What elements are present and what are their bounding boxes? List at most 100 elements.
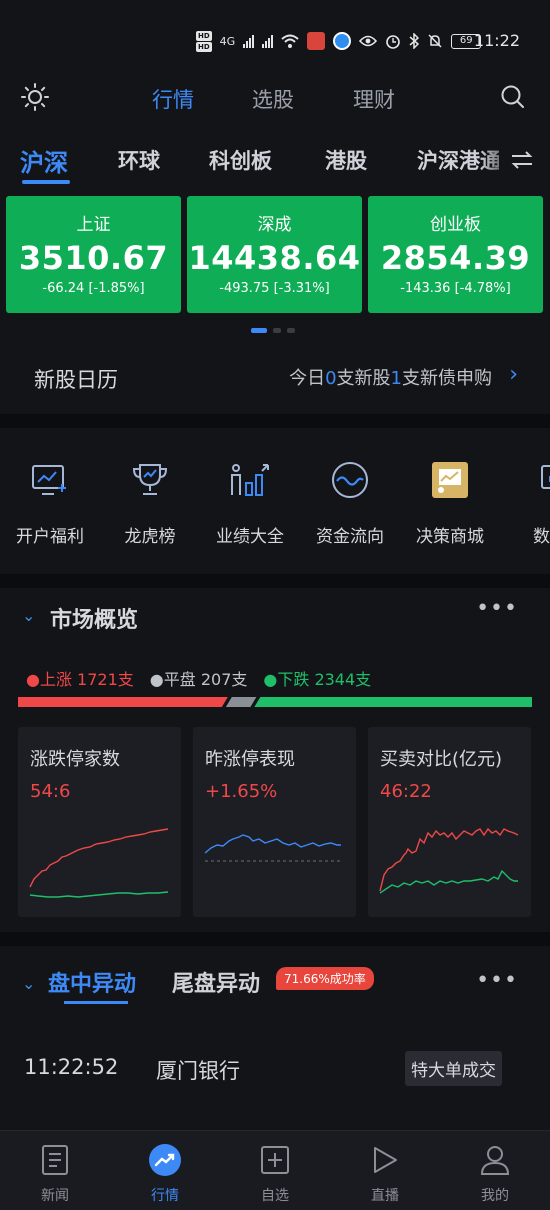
trophy-icon (132, 464, 168, 495)
mute-icon (428, 34, 442, 48)
tool-decision-mall[interactable]: 决策商城 (400, 428, 500, 547)
tool-capital-flow[interactable]: 资金流向 (300, 428, 400, 547)
index-cards: 上证 3510.67 -66.24 [-1.85%] 深成 14438.64 -… (0, 196, 550, 316)
ipo-calendar[interactable]: 新股日历 今日0支新股1支新债申购 › (0, 340, 550, 414)
index-card-sz[interactable]: 深成 14438.64 -493.75 [-3.31%] (187, 196, 362, 313)
card-value: 54:6 (30, 781, 71, 802)
more-icon[interactable]: ••• (476, 968, 518, 993)
index-value: 3510.67 (18, 239, 169, 277)
index-name: 上证 (76, 215, 111, 235)
card-value: +1.65% (205, 781, 278, 802)
brightness-icon[interactable] (20, 82, 50, 112)
limit-down-line (29, 891, 169, 898)
tool-label: 资金流向 (316, 527, 384, 547)
hd-badge-1: HD (196, 30, 212, 41)
nav-market[interactable]: 行情 (125, 1141, 205, 1205)
chevron-down-icon[interactable]: ⌄ (22, 974, 35, 993)
prev-limit-up-card[interactable]: 昨涨停表现 +1.65% (193, 727, 356, 917)
mover-tag: 特大单成交 (405, 1051, 502, 1086)
nav-label: 直播 (371, 1188, 399, 1204)
index-change: -493.75 [-3.31%] (219, 281, 330, 296)
top-nav: 行情 选股 理财 (0, 70, 550, 126)
breadth-bar-flat (225, 697, 257, 707)
browser-notification-icon (333, 32, 352, 50)
limit-up-down-card[interactable]: 涨跌停家数 54:6 (18, 727, 181, 917)
market-trend-icon (149, 1144, 181, 1176)
index-card-sh[interactable]: 上证 3510.67 -66.24 [-1.85%] (6, 196, 181, 313)
account-open-icon (32, 465, 66, 495)
prev-limit-chart (204, 834, 341, 862)
swap-icon[interactable] (510, 150, 534, 170)
chevron-down-icon[interactable]: ⌄ (22, 606, 35, 625)
section-divider (0, 932, 550, 946)
status-time: 11:22 (473, 31, 520, 50)
prev-limit-line (204, 834, 341, 854)
limit-chart (29, 828, 169, 898)
nav-profile[interactable]: 我的 (455, 1141, 535, 1205)
signal-icon (243, 34, 255, 48)
down-count: ●下跌 2344支 (263, 670, 372, 689)
index-card-cyb[interactable]: 创业板 2854.39 -143.36 [-4.78%] (368, 196, 543, 313)
tab-hushen[interactable]: 沪深 (20, 143, 68, 178)
tool-account-open[interactable]: 开户福利 (0, 428, 100, 547)
flat-count: ●平盘 207支 (149, 670, 248, 689)
card-title: 昨涨停表现 (205, 749, 295, 770)
tool-label: 业绩大全 (216, 527, 284, 547)
card-title: 涨跌停家数 (30, 749, 120, 770)
limit-up-line (29, 828, 169, 888)
tool-label: 开户福利 (16, 527, 84, 547)
hd-icon: HD HD (196, 30, 212, 52)
nav-live[interactable]: 直播 (345, 1141, 425, 1205)
tool-performance[interactable]: 业绩大全 (200, 428, 300, 547)
nav-label: 我的 (481, 1188, 509, 1204)
app-notification-icon (307, 32, 326, 50)
eye-icon (359, 35, 378, 47)
tool-label: 数据 (533, 527, 550, 547)
tab-hk[interactable]: 港股 (325, 145, 367, 175)
more-icon[interactable]: ••• (476, 596, 518, 621)
decision-mall-icon (432, 462, 468, 498)
active-tab-underline (22, 180, 70, 184)
card-value: 46:22 (380, 781, 432, 802)
play-icon (374, 1147, 397, 1173)
bluetooth-icon (409, 33, 420, 49)
nav-label: 自选 (261, 1188, 289, 1204)
tool-label: 龙虎榜 (124, 527, 176, 547)
index-value: 14438.64 (188, 239, 361, 277)
performance-icon (231, 464, 269, 496)
mover-stock-name: 厦门银行 (156, 1059, 240, 1083)
tab-closing-movers[interactable]: 尾盘异动 (172, 966, 260, 998)
mover-time: 11:22:52 (24, 1055, 119, 1079)
list-item[interactable]: 11:22:52 厦门银行 特大单成交 (0, 1040, 550, 1096)
market-overview-title: 市场概览 (50, 608, 139, 633)
search-icon[interactable] (500, 84, 526, 110)
index-name: 深成 (257, 215, 292, 235)
nav-label: 行情 (151, 1188, 179, 1204)
buy-sell-card[interactable]: 买卖对比(亿元) 46:22 (368, 727, 531, 917)
alarm-icon (386, 35, 401, 49)
tab-wealth[interactable]: 理财 (353, 84, 395, 114)
network-label: 4G (219, 34, 236, 48)
index-change: -66.24 [-1.85%] (42, 281, 145, 296)
market-overview-header: ⌄ 市场概览 ••• (0, 588, 550, 648)
nav-watchlist[interactable]: 自选 (235, 1141, 315, 1205)
user-icon (480, 1146, 510, 1175)
tab-star-market[interactable]: 科创板 (209, 145, 272, 175)
tab-stock-picker[interactable]: 选股 (252, 84, 294, 114)
breadth-bar (18, 697, 532, 707)
tab-market[interactable]: 行情 (152, 84, 194, 114)
data-icon (541, 465, 550, 489)
success-rate-badge: 71.66%成功率 (276, 967, 374, 990)
tool-data[interactable]: 数据 (500, 428, 550, 547)
wifi-icon (281, 34, 299, 48)
tab-intraday-movers[interactable]: 盘中异动 (48, 966, 136, 998)
index-value: 2854.39 (380, 239, 531, 277)
breadth-bar-up (18, 697, 228, 707)
tool-trophy[interactable]: 龙虎榜 (100, 428, 200, 547)
ipo-calendar-info: 今日0支新股1支新债申购 (289, 368, 492, 389)
tab-global[interactable]: 环球 (118, 145, 160, 175)
tool-shortcuts: 开户福利 龙虎榜 业绩大全 资金流向 决策商城 数据 (0, 428, 550, 574)
signal-icon-2 (262, 34, 274, 48)
sell-line (379, 869, 518, 894)
nav-news[interactable]: 新闻 (15, 1141, 95, 1205)
